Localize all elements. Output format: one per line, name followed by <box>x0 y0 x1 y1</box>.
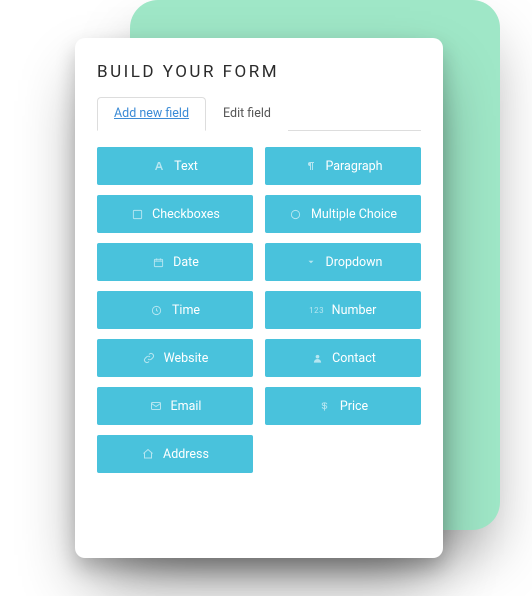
caret-down-icon <box>304 255 318 269</box>
user-icon <box>310 351 324 365</box>
field-type-text[interactable]: Text <box>97 147 253 185</box>
field-type-checkboxes[interactable]: Checkboxes <box>97 195 253 233</box>
field-label: Price <box>340 399 368 414</box>
field-label: Date <box>173 255 199 270</box>
dollar-icon <box>318 399 332 413</box>
tab-bar: Add new field Edit field <box>97 96 421 131</box>
clock-icon <box>150 303 164 317</box>
field-type-number[interactable]: 123 Number <box>265 291 421 329</box>
field-type-paragraph[interactable]: Paragraph <box>265 147 421 185</box>
field-label: Website <box>164 351 209 366</box>
field-type-address[interactable]: Address <box>97 435 253 473</box>
field-type-date[interactable]: Date <box>97 243 253 281</box>
tab-label: Edit field <box>223 106 271 121</box>
field-label: Text <box>174 159 198 174</box>
number-icon: 123 <box>310 303 324 317</box>
field-label: Paragraph <box>325 159 382 174</box>
radio-icon <box>289 207 303 221</box>
field-label: Address <box>163 447 209 462</box>
field-type-time[interactable]: Time <box>97 291 253 329</box>
tab-label: Add new field <box>114 106 189 121</box>
field-type-price[interactable]: Price <box>265 387 421 425</box>
tab-add-new-field[interactable]: Add new field <box>97 97 206 131</box>
envelope-icon <box>149 399 163 413</box>
tab-edit-field[interactable]: Edit field <box>206 97 288 131</box>
field-label: Time <box>172 303 200 318</box>
font-icon <box>152 159 166 173</box>
field-type-contact[interactable]: Contact <box>265 339 421 377</box>
field-label: Contact <box>332 351 376 366</box>
calendar-icon <box>151 255 165 269</box>
field-type-dropdown[interactable]: Dropdown <box>265 243 421 281</box>
paragraph-icon <box>303 159 317 173</box>
field-label: Number <box>332 303 377 318</box>
field-label: Dropdown <box>326 255 383 270</box>
field-label: Email <box>171 399 202 414</box>
link-icon <box>142 351 156 365</box>
field-type-multiple-choice[interactable]: Multiple Choice <box>265 195 421 233</box>
panel-title: BUILD YOUR FORM <box>97 62 421 82</box>
field-type-website[interactable]: Website <box>97 339 253 377</box>
home-icon <box>141 447 155 461</box>
field-type-grid: Text Paragraph Checkboxes Multiple Choic… <box>97 147 421 473</box>
field-label: Multiple Choice <box>311 207 397 222</box>
checkbox-icon <box>130 207 144 221</box>
field-label: Checkboxes <box>152 207 220 222</box>
field-type-email[interactable]: Email <box>97 387 253 425</box>
form-builder-panel: BUILD YOUR FORM Add new field Edit field… <box>75 38 443 558</box>
